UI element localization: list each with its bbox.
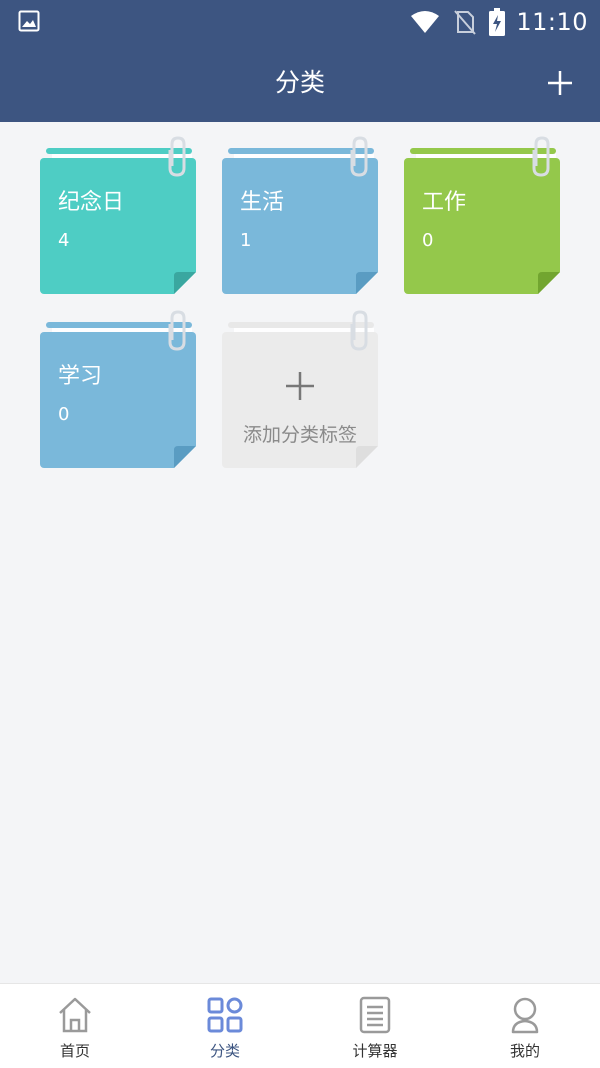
category-count: 4: [58, 230, 70, 251]
category-count: 0: [58, 404, 70, 425]
page-fold-icon: [538, 272, 560, 294]
paperclip-icon: [168, 310, 186, 351]
page-fold-icon: [356, 446, 378, 468]
status-bar: 11:10: [0, 0, 600, 44]
tab-calculator[interactable]: 计算器: [300, 984, 450, 1068]
category-name: 生活: [240, 190, 285, 215]
category-count: 1: [240, 230, 252, 251]
page-title: 分类: [274, 68, 325, 97]
tab-label: 计算器: [352, 1042, 398, 1060]
status-indicators: 11:10: [410, 6, 588, 38]
home-icon: [59, 997, 91, 1033]
status-time: 11:10: [516, 8, 588, 36]
paperclip-icon: [168, 136, 186, 177]
tab-label: 我的: [509, 1042, 540, 1060]
tab-category[interactable]: 分类: [150, 984, 300, 1068]
category-card-work[interactable]: 工作 0: [404, 122, 560, 294]
category-name: 工作: [422, 190, 467, 215]
wifi-icon: [411, 11, 440, 33]
add-category-button[interactable]: [546, 69, 574, 97]
tab-home[interactable]: 首页: [0, 984, 150, 1068]
card-body: 学习 0: [40, 332, 196, 468]
no-sim-icon: [454, 10, 477, 35]
category-card-anniversary[interactable]: 纪念日 4: [40, 122, 196, 294]
category-grid-icon: [207, 997, 243, 1033]
app-bar: 分类: [0, 44, 600, 122]
plus-icon: [286, 372, 314, 400]
category-card-study[interactable]: 学习 0: [40, 296, 196, 468]
add-category-label: 添加分类标签: [242, 424, 357, 446]
paperclip-icon: [350, 136, 368, 177]
page-fold-icon: [174, 272, 196, 294]
page-fold-icon: [356, 272, 378, 294]
bottom-tab-bar: 首页 分类 计算器 我的: [0, 983, 600, 1068]
category-count: 0: [422, 230, 434, 251]
paperclip-icon: [532, 136, 550, 177]
card-body: 生活 1: [222, 158, 378, 294]
card-body: 纪念日 4: [40, 158, 196, 294]
category-name: 纪念日: [58, 190, 125, 215]
tab-label: 分类: [209, 1042, 240, 1060]
page-fold-icon: [174, 446, 196, 468]
category-card-life[interactable]: 生活 1: [222, 122, 378, 294]
category-name: 学习: [58, 364, 103, 389]
battery-charging-icon: [489, 8, 506, 36]
card-body: 添加分类标签: [222, 332, 378, 468]
tab-mine[interactable]: 我的: [450, 984, 600, 1068]
paperclip-icon: [350, 310, 368, 351]
gallery-icon: [18, 10, 40, 32]
add-category-card[interactable]: 添加分类标签: [222, 296, 378, 468]
user-icon: [511, 997, 539, 1034]
document-list-icon: [359, 996, 391, 1034]
tab-label: 首页: [59, 1042, 90, 1060]
card-body: 工作 0: [404, 158, 560, 294]
